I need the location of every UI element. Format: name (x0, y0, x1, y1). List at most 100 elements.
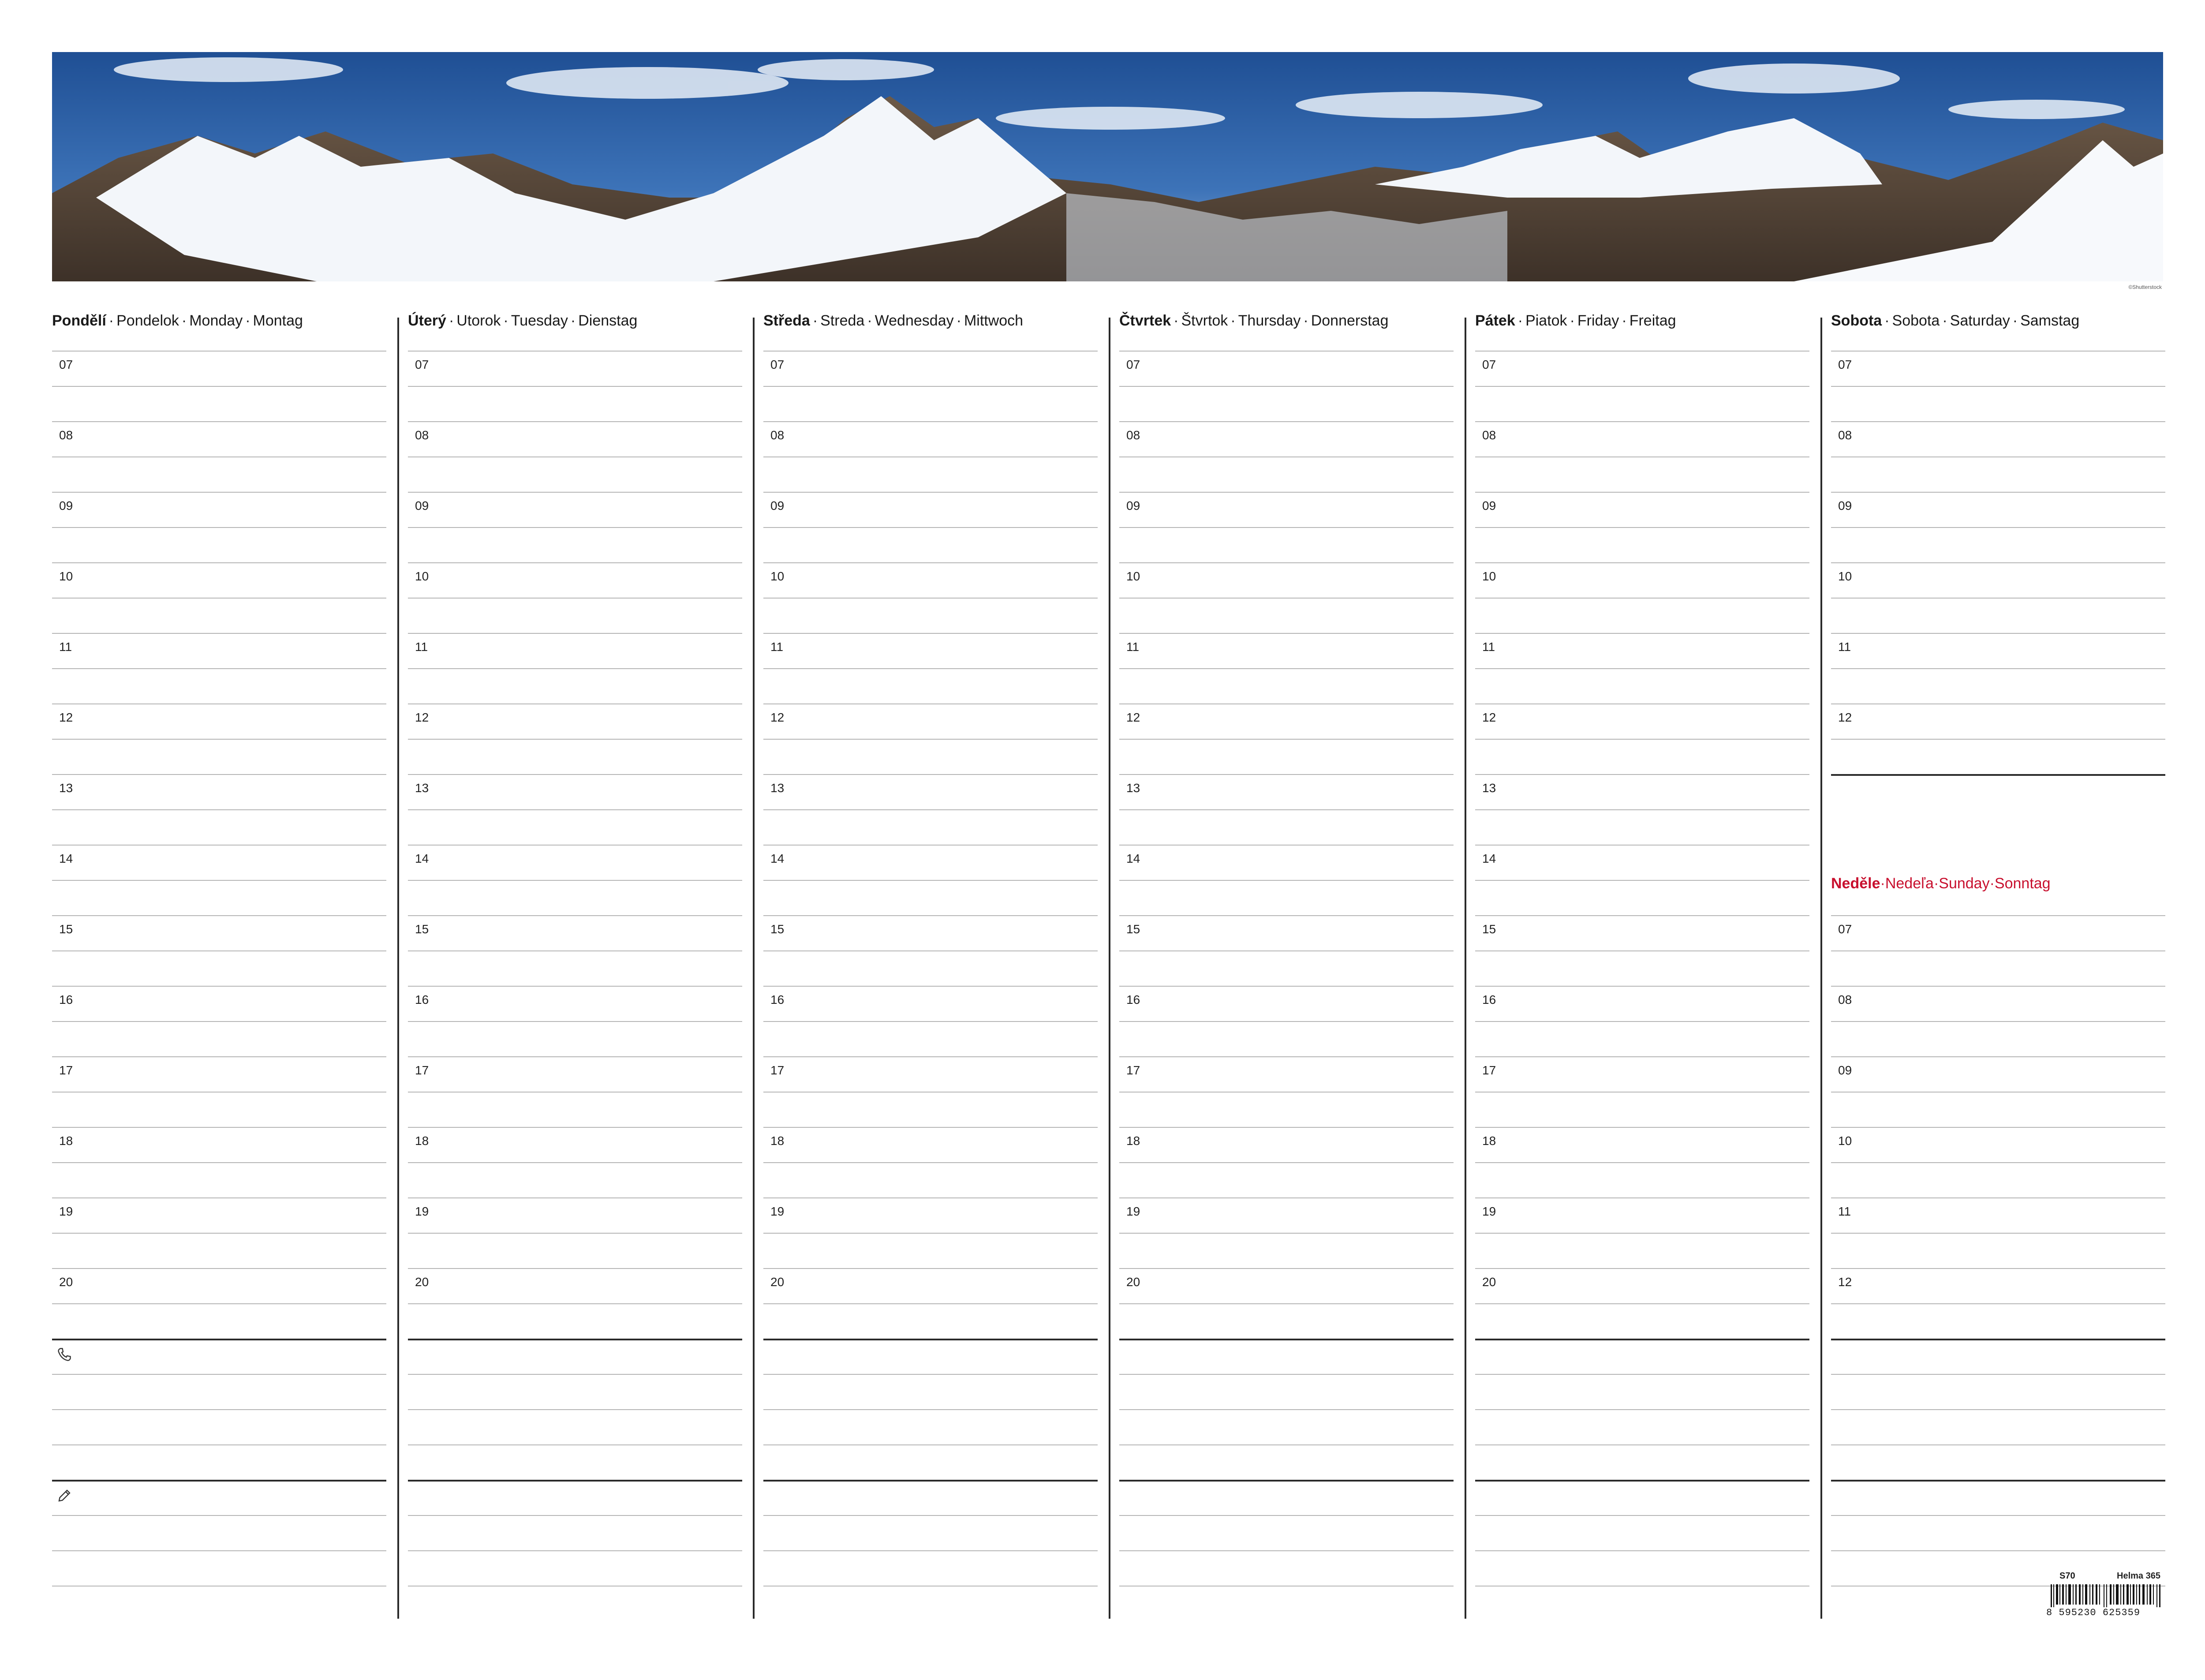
rule-line (408, 668, 742, 669)
day-name: Sobota (1831, 312, 1882, 329)
rule-line (1475, 1162, 1809, 1163)
rule-line (1831, 598, 2165, 599)
rule-line (1475, 1021, 1809, 1022)
day-name-sk: Piatok (1525, 312, 1567, 329)
day-name: Pátek (1475, 312, 1515, 329)
day-column-0: Pondělí · Pondelok · Monday · Montag 07 08 09 10 11… (52, 0, 399, 1680)
rule-line (52, 1550, 386, 1551)
day-name: Středa (763, 312, 810, 329)
rule-line (408, 950, 742, 951)
day-header: Čtvrtek · Štvrtok · Thursday · Donnerstag (1119, 312, 1388, 329)
rule-line (52, 668, 386, 669)
column-divider (1465, 318, 1466, 1619)
phone-icon (56, 1347, 72, 1362)
rule-line (1475, 386, 1809, 387)
rule-line (52, 527, 386, 528)
rule-line (408, 1021, 742, 1022)
rule-line (1475, 1409, 1809, 1410)
rule-line (1831, 1092, 2165, 1093)
separator: · (1933, 875, 1939, 892)
rule-line (763, 1021, 1098, 1022)
rule-line (408, 1092, 742, 1093)
rule-line (1831, 739, 2165, 740)
separator: · (1942, 312, 1947, 329)
separator: · (448, 312, 454, 329)
brand-logo: Helma 365 (2117, 1571, 2160, 1581)
rule-line (763, 527, 1098, 528)
rule-line (1831, 774, 2165, 776)
rule-line (408, 1480, 742, 1482)
rule-line (763, 598, 1098, 599)
day-column-4: Pátek · Piatok · Friday · Freitag 07 08 09 10 11 12 1… (1475, 0, 1822, 1680)
rule-line (1119, 1374, 1454, 1375)
day-name-de: Sonntag (1994, 875, 2051, 892)
day-name-sk: Utorok (456, 312, 501, 329)
rule-line (52, 809, 386, 810)
day-name-sk: Streda (820, 312, 865, 329)
day-name-sk: Pondelok (116, 312, 179, 329)
day-name-en: Wednesday (875, 312, 954, 329)
day-name-en: Friday (1577, 312, 1619, 329)
rule-line (1119, 880, 1454, 881)
day-name: Čtvrtek (1119, 312, 1171, 329)
rule-line (1475, 456, 1809, 457)
rule-line (763, 456, 1098, 457)
rule-line (1475, 598, 1809, 599)
day-header: Pátek · Piatok · Friday · Freitag (1475, 312, 1676, 329)
rule-line (763, 1409, 1098, 1410)
rule-line (1119, 1550, 1454, 1551)
rule-line (1831, 1162, 2165, 1163)
rule-line (52, 1303, 386, 1304)
separator: · (108, 312, 114, 329)
day-name-de: Mittwoch (964, 312, 1024, 329)
rule-line (408, 1444, 742, 1445)
rule-line (1119, 1162, 1454, 1163)
rule-line (1831, 1550, 2165, 1551)
rule-line (1475, 1550, 1809, 1551)
rule-line (1119, 1480, 1454, 1482)
column-divider (1109, 318, 1110, 1619)
rule-line (1475, 1374, 1809, 1375)
rule-line (763, 1550, 1098, 1551)
rule-line (1119, 1092, 1454, 1093)
rule-line (1831, 456, 2165, 457)
day-header: Středa · Streda · Wednesday · Mittwoch (763, 312, 1023, 329)
separator: · (570, 312, 576, 329)
separator: · (503, 312, 508, 329)
separator: · (1622, 312, 1627, 329)
rule-line (1119, 386, 1454, 387)
separator: · (245, 312, 250, 329)
rule-line (763, 1374, 1098, 1375)
rule-line (52, 1444, 386, 1445)
rule-line (1119, 1303, 1454, 1304)
column-divider (1820, 318, 1822, 1619)
rule-line (408, 880, 742, 881)
rule-line (763, 739, 1098, 740)
separator: · (1174, 312, 1179, 329)
rule-line (52, 456, 386, 457)
rule-line (52, 950, 386, 951)
rule-line (1119, 527, 1454, 528)
day-name: Neděle (1831, 875, 1880, 892)
rule-line (1475, 809, 1809, 810)
day-name-en: Monday (189, 312, 243, 329)
rule-line (52, 1339, 386, 1340)
rule-line (52, 739, 386, 740)
rule-line (1119, 1515, 1454, 1516)
rule-line (408, 809, 742, 810)
rule-line (763, 1092, 1098, 1093)
rule-line (1475, 1092, 1809, 1093)
rule-line (52, 880, 386, 881)
rule-line (1119, 950, 1454, 951)
day-name-sk: Sobota (1892, 312, 1940, 329)
day-name-sk: Štvrtok (1181, 312, 1228, 329)
day-name: Pondělí (52, 312, 106, 329)
rule-line (52, 1021, 386, 1022)
rule-line (1119, 809, 1454, 810)
rule-line (52, 1409, 386, 1410)
day-name-en: Thursday (1238, 312, 1301, 329)
rule-line (1831, 1233, 2165, 1234)
rule-line (1119, 1444, 1454, 1445)
day-column-1: Úterý · Utorok · Tuesday · Dienstag 07 08 09 10 11 1… (408, 0, 755, 1680)
sunday-header: Neděle·Nedeľa·Sunday·Sonntag (1831, 875, 2051, 892)
